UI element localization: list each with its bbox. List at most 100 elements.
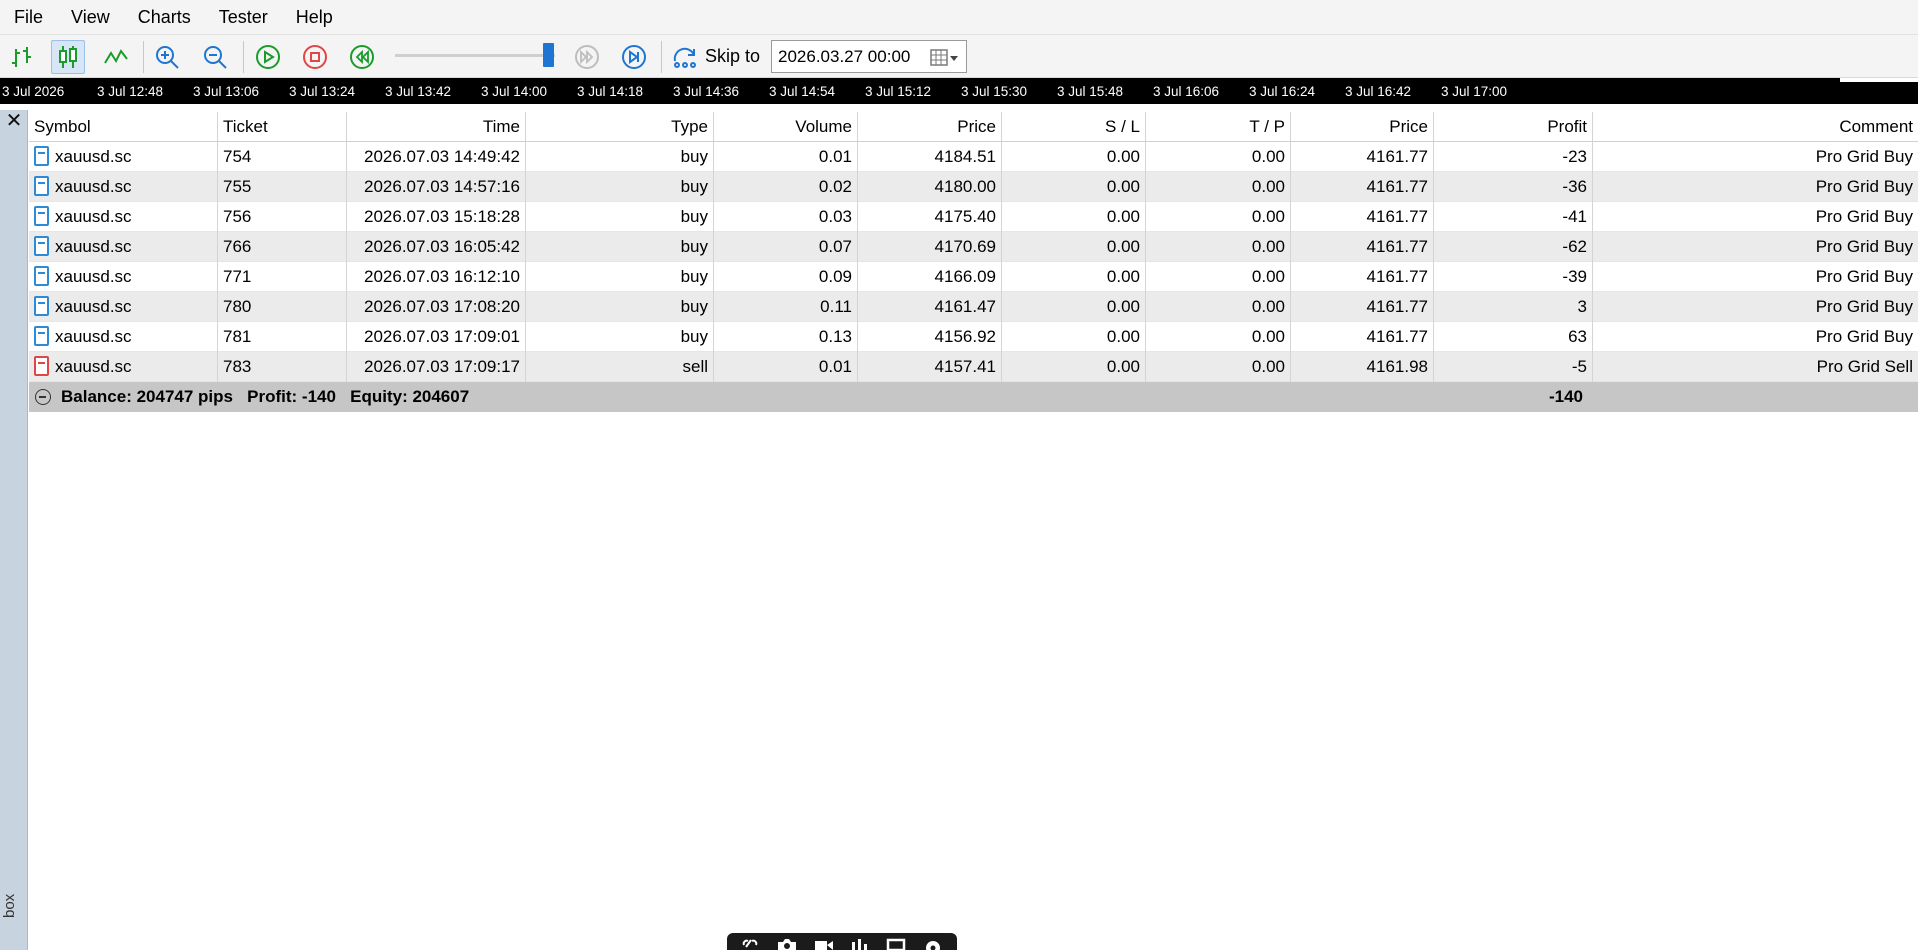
table-row[interactable]: xauusd.sc 780 2026.07.03 17:08:20 buy 0.11 41… xyxy=(29,292,1918,322)
zoom-in-icon[interactable] xyxy=(150,40,184,74)
cell-profit: 3 xyxy=(1434,292,1593,322)
candlestick-icon[interactable] xyxy=(51,40,85,74)
skip-end-icon[interactable] xyxy=(617,40,651,74)
time-tick: 3 Jul 15:12 xyxy=(865,84,932,99)
menu-file[interactable]: File xyxy=(0,0,57,34)
table-row[interactable]: xauusd.sc 771 2026.07.03 16:12:10 buy 0.09 41… xyxy=(29,262,1918,292)
window-icon[interactable] xyxy=(885,936,907,950)
cell-symbol: xauusd.sc xyxy=(29,352,218,382)
cell-tp: 0.00 xyxy=(1146,232,1291,262)
cell-symbol: xauusd.sc xyxy=(29,292,218,322)
camera-icon[interactable] xyxy=(776,936,798,950)
balance-summary-row[interactable]: Balance: 204747 pips Profit: -140 Equity… xyxy=(29,382,1918,412)
table-row[interactable]: xauusd.sc 756 2026.07.03 15:18:28 buy 0.03 41… xyxy=(29,202,1918,232)
rewind-icon[interactable] xyxy=(345,40,379,74)
time-scale-edge xyxy=(1840,78,1918,82)
cell-price: 4175.40 xyxy=(858,202,1002,232)
column-header-time[interactable]: Time xyxy=(347,112,526,142)
column-header-symbol[interactable]: Symbol xyxy=(29,112,218,142)
skip-to-icon[interactable] xyxy=(668,40,702,74)
buy-order-icon xyxy=(34,266,49,287)
link-icon[interactable] xyxy=(740,936,762,950)
cell-profit: 63 xyxy=(1434,322,1593,352)
table-row[interactable]: xauusd.sc 755 2026.07.03 14:57:16 buy 0.02 41… xyxy=(29,172,1918,202)
total-profit: -140 xyxy=(1548,387,1583,406)
cell-profit: -41 xyxy=(1434,202,1593,232)
cell-time: 2026.07.03 16:05:42 xyxy=(347,232,526,262)
cell-symbol: xauusd.sc xyxy=(29,202,218,232)
menu-help[interactable]: Help xyxy=(282,0,347,34)
toolbox-label: box xyxy=(1,893,18,918)
cell-type: buy xyxy=(526,172,714,202)
play-icon[interactable] xyxy=(251,40,285,74)
cell-tp: 0.00 xyxy=(1146,262,1291,292)
column-header-sl[interactable]: S / L xyxy=(1002,112,1146,142)
symbol-text: xauusd.sc xyxy=(55,177,132,196)
skip-to-label: Skip to xyxy=(705,46,761,66)
speed-slider-track[interactable] xyxy=(395,54,555,57)
column-header-tp[interactable]: T / P xyxy=(1146,112,1291,142)
column-header-volume[interactable]: Volume xyxy=(714,112,858,142)
skip-date-input[interactable]: 2026.03.27 00:00 xyxy=(771,40,967,73)
cell-comment: Pro Grid Buy xyxy=(1815,267,1913,286)
line-chart-icon[interactable] xyxy=(99,40,133,74)
column-header-ticket[interactable]: Ticket xyxy=(218,112,347,142)
speed-slider-thumb[interactable] xyxy=(543,43,554,67)
cell-tp: 0.00 xyxy=(1146,292,1291,322)
cell-sl: 0.00 xyxy=(1002,232,1146,262)
calendar-icon[interactable] xyxy=(930,47,960,67)
column-header-current-price[interactable]: Price xyxy=(1291,112,1434,142)
column-header-comment[interactable]: Comment xyxy=(1593,112,1918,142)
column-header-type[interactable]: Type xyxy=(526,112,714,142)
menu-view[interactable]: View xyxy=(57,0,124,34)
time-tick: 3 Jul 16:42 xyxy=(1345,84,1412,99)
time-tick: 3 Jul 13:42 xyxy=(385,84,452,99)
cell-symbol: xauusd.sc xyxy=(29,142,218,172)
cell-volume: 0.02 xyxy=(714,172,858,202)
toolbox-side-strip[interactable] xyxy=(0,110,28,950)
cell-sl: 0.00 xyxy=(1002,292,1146,322)
time-tick: 3 Jul 14:36 xyxy=(673,84,740,99)
close-panel-button[interactable]: ✕ xyxy=(5,111,23,131)
zoom-out-icon[interactable] xyxy=(198,40,232,74)
table-row[interactable]: xauusd.sc 783 2026.07.03 17:09:17 sell 0.01 4… xyxy=(29,352,1918,382)
menu-tester[interactable]: Tester xyxy=(205,0,282,34)
cell-current-price: 4161.77 xyxy=(1291,172,1434,202)
buy-order-icon xyxy=(34,146,49,167)
symbol-text: xauusd.sc xyxy=(55,297,132,316)
cell-tp: 0.00 xyxy=(1146,202,1291,232)
symbol-text: xauusd.sc xyxy=(55,237,132,256)
table-row[interactable]: xauusd.sc 754 2026.07.03 14:49:42 buy 0.01 41… xyxy=(29,142,1918,172)
cell-sl: 0.00 xyxy=(1002,202,1146,232)
collapse-icon[interactable] xyxy=(35,389,51,405)
column-header-profit[interactable]: Profit xyxy=(1434,112,1593,142)
time-tick: 3 Jul 14:54 xyxy=(769,84,836,99)
cell-time: 2026.07.03 17:09:01 xyxy=(347,322,526,352)
table-row[interactable]: xauusd.sc 781 2026.07.03 17:09:01 buy 0.13 41… xyxy=(29,322,1918,352)
time-tick: 3 Jul 14:18 xyxy=(577,84,644,99)
toolbar-separator xyxy=(243,41,244,73)
toolbar-separator xyxy=(661,41,662,73)
cell-sl: 0.00 xyxy=(1002,322,1146,352)
stop-icon[interactable] xyxy=(298,40,332,74)
time-tick: 3 Jul 12:48 xyxy=(97,84,164,99)
cell-time: 2026.07.03 17:09:17 xyxy=(347,352,526,382)
cell-profit: -36 xyxy=(1434,172,1593,202)
column-header-price[interactable]: Price xyxy=(858,112,1002,142)
cell-price: 4184.51 xyxy=(858,142,1002,172)
cell-ticket: 755 xyxy=(218,172,347,202)
menu-charts[interactable]: Charts xyxy=(124,0,205,34)
cell-tp: 0.00 xyxy=(1146,352,1291,382)
cell-type: buy xyxy=(526,142,714,172)
cell-profit: -62 xyxy=(1434,232,1593,262)
bar-chart-icon[interactable] xyxy=(5,40,39,74)
gear-icon[interactable] xyxy=(922,936,944,950)
cell-time: 2026.07.03 16:12:10 xyxy=(347,262,526,292)
chart-icon[interactable] xyxy=(849,936,871,950)
video-icon[interactable] xyxy=(813,936,835,950)
table-header: Symbol Ticket Time Type Volume Price S /… xyxy=(29,112,1918,142)
fast-forward-icon[interactable] xyxy=(570,40,604,74)
table-row[interactable]: xauusd.sc 766 2026.07.03 16:05:42 buy 0.07 41… xyxy=(29,232,1918,262)
cell-tp: 0.00 xyxy=(1146,322,1291,352)
time-tick: 3 Jul 16:24 xyxy=(1249,84,1316,99)
